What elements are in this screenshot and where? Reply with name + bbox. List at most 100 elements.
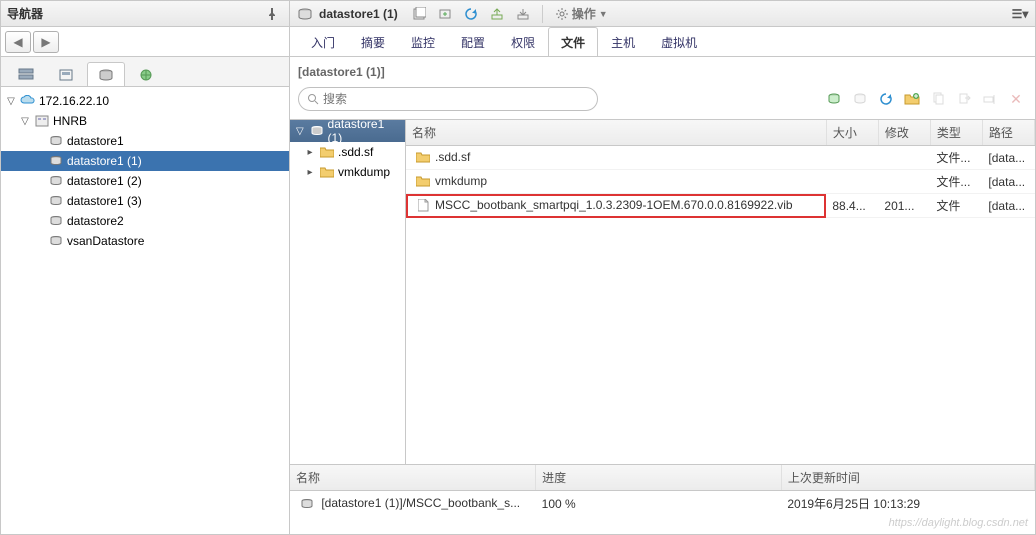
breadcrumb-path: [datastore1 (1)] [290,57,1035,83]
file-type: 文件... [930,146,982,170]
view-tab-network[interactable] [127,62,165,86]
content-tab[interactable]: 入门 [298,27,348,56]
folder-icon [415,174,431,190]
tree-datastore-item[interactable]: datastore2 [1,211,289,231]
content-tab[interactable]: 主机 [598,27,648,56]
task-updated: 2019年6月25日 10:13:29 [781,491,1034,517]
tree-datastore-item[interactable]: datastore1 (2) [1,171,289,191]
column-header[interactable]: 路径 [982,120,1034,146]
file-modified [878,170,930,194]
pin-icon[interactable] [261,4,283,24]
new-folder-icon[interactable] [901,89,923,109]
datastore-icon [48,153,64,169]
column-header[interactable]: 类型 [930,120,982,146]
search-toolbar-row: ✕ [290,83,1035,119]
tree-datastore-item[interactable]: vsanDatastore [1,231,289,251]
column-header[interactable]: 进度 [536,465,782,491]
view-tab-storage[interactable] [87,62,125,86]
refresh-files-icon[interactable] [875,89,897,109]
column-header[interactable]: 名称 [406,120,826,146]
file-modified [878,146,930,170]
copy-icon [927,89,949,109]
file-size [826,170,878,194]
nav-back-forward-bar: ◀ ▶ [1,27,289,57]
datastore-icon [48,173,64,189]
search-input[interactable] [323,92,589,106]
folder-icon [319,164,335,180]
tree-datacenter[interactable]: ▽ HNRB [1,111,289,131]
new-window-icon[interactable] [408,4,430,24]
content-tab[interactable]: 配置 [448,27,498,56]
file-type: 文件... [930,170,982,194]
folder-tree-item[interactable]: ▸ .sdd.sf [290,142,405,162]
datastore-icon [297,6,313,22]
content-tab[interactable]: 虚拟机 [648,27,710,56]
watermark: https://daylight.blog.csdn.net [889,517,1028,529]
navigator-tree: ▽ 172.16.22.10 ▽ HNRB datastore1datastor… [1,87,289,534]
expand-toggle-icon[interactable]: ▸ [304,167,316,178]
content-tabs: 入门摘要监控配置权限文件主机虚拟机 [290,27,1035,57]
content-tab[interactable]: 摘要 [348,27,398,56]
column-header[interactable]: 上次更新时间 [781,465,1034,491]
actions-dropdown[interactable]: 操作 ▼ [551,4,612,24]
datacenter-icon [34,113,50,129]
folder-tree-root[interactable]: ▽ datastore1 (1) [290,120,405,142]
tree-datacenter-label: HNRB [53,114,87,128]
download-icon[interactable] [512,4,534,24]
divider [542,5,543,23]
view-tab-hosts[interactable] [7,62,45,86]
expand-toggle-icon[interactable]: ▸ [304,147,316,158]
expand-toggle-icon[interactable]: ▽ [294,126,306,137]
file-name: MSCC_bootbank_smartpqi_1.0.3.2309-1OEM.6… [435,198,793,212]
file-path: [data... [982,170,1034,194]
forward-button[interactable]: ▶ [33,31,59,53]
file-row[interactable]: vmkdump 文件...[data... [406,170,1035,194]
back-button[interactable]: ◀ [5,31,31,53]
task-progress: 100 % [536,491,782,517]
file-row[interactable]: MSCC_bootbank_smartpqi_1.0.3.2309-1OEM.6… [406,194,1035,218]
navigator-title: 导航器 [7,5,43,22]
folder-label: vmkdump [338,165,390,179]
tree-datastore-item[interactable]: datastore1 [1,131,289,151]
file-toolbar: ✕ [823,89,1027,109]
file-size: 88.4... [826,194,878,218]
upload-icon[interactable] [486,4,508,24]
file-size [826,146,878,170]
content-title: datastore1 (1) [319,7,404,21]
new-datastore-icon[interactable] [823,89,845,109]
file-row[interactable]: .sdd.sf文件...[data... [406,146,1035,170]
column-header[interactable]: 名称 [290,465,536,491]
column-header[interactable]: 修改 [878,120,930,146]
content-panel: datastore1 (1) 操作 ▼ ☰▾ 入门摘要监控配置权限文件主机虚拟机… [290,0,1036,535]
folder-tree-item[interactable]: ▸ vmkdump [290,162,405,182]
content-tab[interactable]: 文件 [548,27,598,56]
chevron-down-icon: ▼ [599,9,608,19]
navigator-header: 导航器 [1,1,289,27]
content-tab[interactable]: 权限 [498,27,548,56]
task-row[interactable]: [datastore1 (1)]/MSCC_bootbank_s... 100 … [290,491,1035,517]
file-path: [data... [982,146,1034,170]
file-name: vmkdump [435,174,487,188]
search-box[interactable] [298,87,598,111]
content-header: datastore1 (1) 操作 ▼ ☰▾ [290,1,1035,27]
panel-menu-icon[interactable]: ☰▾ [1009,4,1031,24]
content-tab[interactable]: 监控 [398,27,448,56]
expand-toggle-icon[interactable]: ▽ [5,96,17,107]
column-header[interactable]: 大小 [826,120,878,146]
file-icon [415,198,431,214]
refresh-icon[interactable] [460,4,482,24]
register-vm-icon[interactable] [434,4,456,24]
tree-item-label: datastore2 [67,214,124,228]
folder-tree-root-label: datastore1 (1) [328,120,401,145]
tree-datastore-item[interactable]: datastore1 (3) [1,191,289,211]
tree-item-label: vsanDatastore [67,234,144,248]
file-path: [data... [982,194,1034,218]
expand-toggle-icon[interactable]: ▽ [19,116,31,127]
tree-root[interactable]: ▽ 172.16.22.10 [1,91,289,111]
tree-datastore-item[interactable]: datastore1 (1) [1,151,289,171]
folder-label: .sdd.sf [338,145,373,159]
view-tab-vms[interactable] [47,62,85,86]
actions-label: 操作 [572,5,596,22]
navigator-panel: 导航器 ◀ ▶ ▽ 172.16.22.10 ▽ [0,0,290,535]
delete-icon: ✕ [1005,89,1027,109]
